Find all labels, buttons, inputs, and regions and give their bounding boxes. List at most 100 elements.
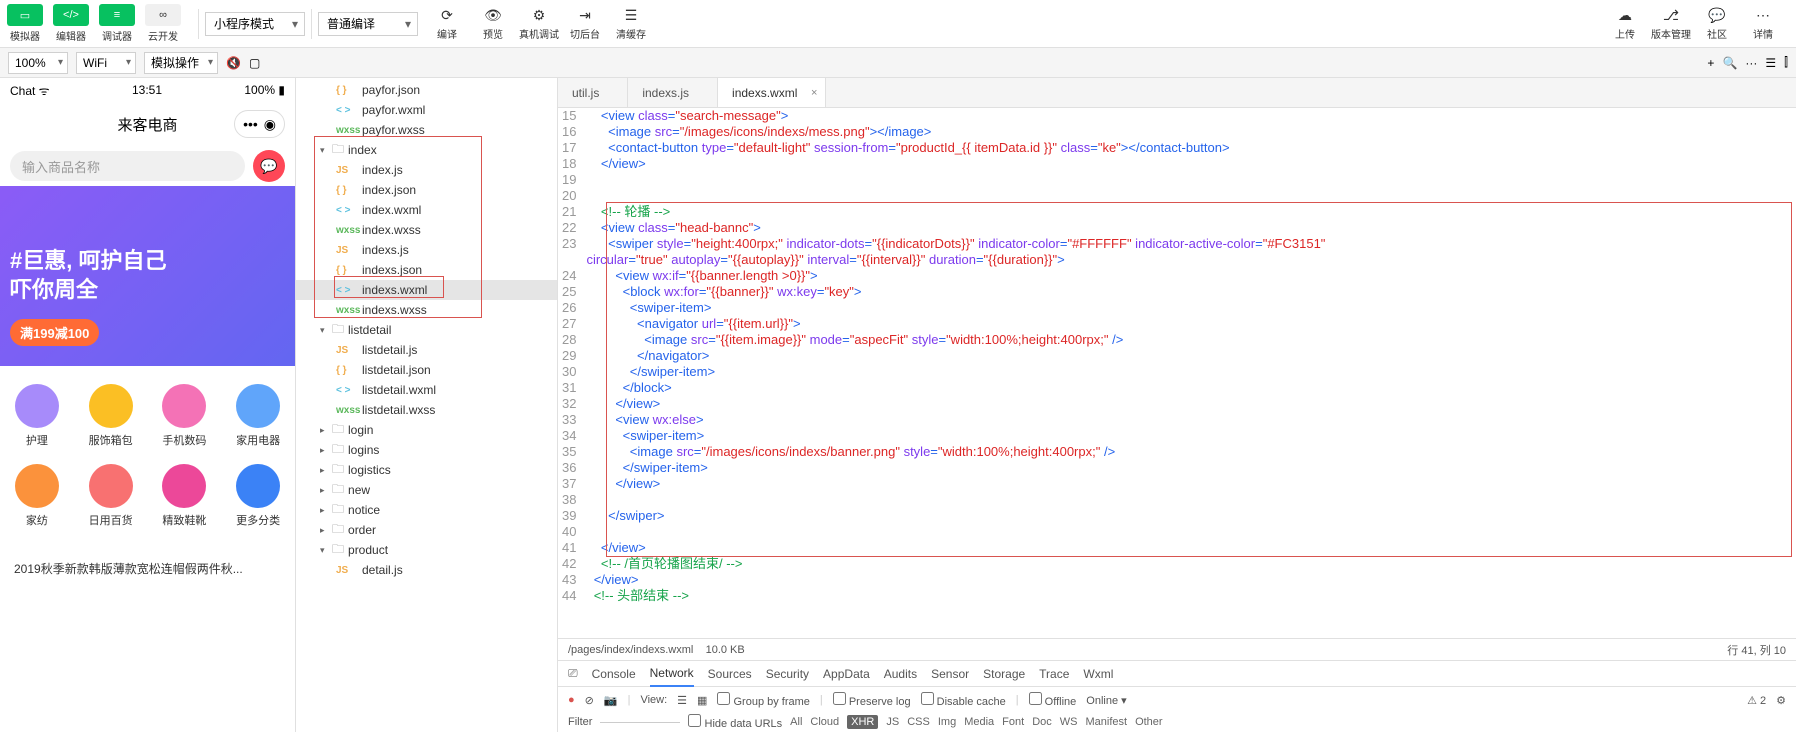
file-row[interactable]: wxsslistdetail.wxss <box>296 400 557 420</box>
mute-icon[interactable]: 🔇 <box>226 56 241 70</box>
file-row[interactable]: < >listdetail.wxml <box>296 380 557 400</box>
close-icon[interactable]: × <box>811 87 817 99</box>
message-button[interactable]: 💬 <box>253 150 285 182</box>
toolbar-button[interactable]: ⟳编译 <box>426 4 468 44</box>
folder-row[interactable]: ▾🗀listdetail <box>296 320 557 340</box>
stop-icon[interactable]: ⊘ <box>585 694 594 707</box>
devtools-tab[interactable]: Audits <box>884 667 917 681</box>
toolbar-button[interactable]: ⎇版本管理 <box>1650 4 1692 44</box>
offline-checkbox[interactable]: Offline <box>1029 692 1077 708</box>
category-item[interactable]: 服饰箱包 <box>74 376 148 456</box>
layout-icon[interactable]: ☰ <box>1765 56 1776 70</box>
folder-row[interactable]: ▸🗀new <box>296 480 557 500</box>
network-filter-chip[interactable]: WS <box>1060 716 1078 728</box>
toolbar-button[interactable]: ☰清缓存 <box>610 4 652 44</box>
file-row[interactable]: < >indexs.wxml <box>296 280 557 300</box>
network-dropdown[interactable]: WiFi <box>76 52 136 74</box>
file-tree[interactable]: { }payfor.json< >payfor.wxmlwxsspayfor.w… <box>296 78 557 732</box>
category-item[interactable]: 家纺 <box>0 456 74 536</box>
network-filter-chip[interactable]: Cloud <box>810 716 839 728</box>
network-filter-chip[interactable]: Doc <box>1032 716 1052 728</box>
online-dropdown[interactable]: Online ▾ <box>1086 694 1126 707</box>
network-filter-chip[interactable]: Font <box>1002 716 1024 728</box>
network-filter-chip[interactable]: Media <box>964 716 994 728</box>
hide-data-urls-checkbox[interactable]: Hide data URLs <box>688 714 782 730</box>
file-row[interactable]: wxssindex.wxss <box>296 220 557 240</box>
folder-row[interactable]: ▸🗀notice <box>296 500 557 520</box>
expand-icon[interactable]: ▢ <box>249 56 260 70</box>
toolbar-button[interactable]: ☁上传 <box>1604 4 1646 44</box>
devtools-tab[interactable]: Wxml <box>1083 667 1113 681</box>
devtools-tab[interactable]: Network <box>650 661 694 687</box>
network-filter-chip[interactable]: Img <box>938 716 956 728</box>
category-item[interactable]: 更多分类 <box>221 456 295 536</box>
editor-tab[interactable]: indexs.wxml× <box>718 78 826 107</box>
search-input[interactable]: 输入商品名称 <box>10 151 245 181</box>
file-row[interactable]: { }listdetail.json <box>296 360 557 380</box>
toolbar-button[interactable]: 👁预览 <box>472 4 514 44</box>
network-filter-chip[interactable]: XHR <box>847 715 878 729</box>
network-filter-chip[interactable]: CSS <box>907 716 930 728</box>
devtools-settings-icon[interactable]: ⚙ <box>1776 694 1786 707</box>
file-row[interactable]: wxssindexs.wxss <box>296 300 557 320</box>
network-filter-chip[interactable]: Manifest <box>1085 716 1127 728</box>
devtools-tab[interactable]: AppData <box>823 667 870 681</box>
zoom-dropdown[interactable]: 100% <box>8 52 68 74</box>
preserve-log-checkbox[interactable]: Preserve log <box>833 692 911 708</box>
view-list-icon[interactable]: ☰ <box>677 694 687 707</box>
code-area[interactable]: 1516171819202122232425262728293031323334… <box>558 108 1796 638</box>
camera-icon[interactable]: 📷 <box>604 694 618 707</box>
category-item[interactable]: 家用电器 <box>221 376 295 456</box>
group-by-frame-checkbox[interactable]: Group by frame <box>717 692 809 708</box>
network-filter-chip[interactable]: JS <box>886 716 899 728</box>
category-item[interactable]: 手机数码 <box>148 376 222 456</box>
split-icon[interactable]: ⫿ <box>1784 55 1788 70</box>
network-filter-chip[interactable]: Other <box>1135 716 1163 728</box>
product-item[interactable]: 2019秋季新款韩版薄款宽松连帽假两件秋... <box>8 554 287 583</box>
folder-row[interactable]: ▾🗀product <box>296 540 557 560</box>
operation-dropdown[interactable]: 模拟操作 <box>144 52 218 74</box>
file-row[interactable]: < >payfor.wxml <box>296 100 557 120</box>
folder-row[interactable]: ▸🗀order <box>296 520 557 540</box>
devtools-tab[interactable]: Console <box>592 667 636 681</box>
add-tab-icon[interactable]: + <box>1707 56 1714 70</box>
editor-tab[interactable]: util.js <box>558 78 628 107</box>
warning-badge[interactable]: ⚠ 2 <box>1747 694 1766 707</box>
category-item[interactable]: 日用百货 <box>74 456 148 536</box>
search-icon[interactable]: 🔍 <box>1722 56 1737 70</box>
view-grid-icon[interactable]: ▦ <box>697 694 707 707</box>
file-row[interactable]: JSindex.js <box>296 160 557 180</box>
toolbar-button[interactable]: ∞云开发 <box>142 4 184 44</box>
file-row[interactable]: { }index.json <box>296 180 557 200</box>
compile-dropdown[interactable]: 普通编译 <box>318 12 418 36</box>
category-item[interactable]: 护理 <box>0 376 74 456</box>
file-row[interactable]: JSdetail.js <box>296 560 557 580</box>
toolbar-button[interactable]: ≡调试器 <box>96 4 138 44</box>
file-row[interactable]: JSlistdetail.js <box>296 340 557 360</box>
folder-row[interactable]: ▸🗀logistics <box>296 460 557 480</box>
toolbar-button[interactable]: ⋯详情 <box>1742 4 1784 44</box>
network-filter-chip[interactable]: All <box>790 716 802 728</box>
devtools-tab[interactable]: Sensor <box>931 667 969 681</box>
more-icon[interactable]: ··· <box>1745 56 1757 70</box>
toolbar-button[interactable]: ⇥切后台 <box>564 4 606 44</box>
banner[interactable]: #巨惠, 呵护自己 吓你周全 满199减100 <box>0 186 295 366</box>
devtools-tab[interactable]: Trace <box>1039 667 1069 681</box>
toolbar-button[interactable]: ▭模拟器 <box>4 4 46 44</box>
record-icon[interactable]: ● <box>568 694 575 706</box>
toolbar-button[interactable]: 💬社区 <box>1696 4 1738 44</box>
folder-row[interactable]: ▸🗀login <box>296 420 557 440</box>
file-row[interactable]: wxsspayfor.wxss <box>296 120 557 140</box>
inspect-icon[interactable]: ⎚ <box>568 666 578 681</box>
mode-dropdown[interactable]: 小程序模式 <box>205 12 305 36</box>
devtools-tab[interactable]: Sources <box>708 667 752 681</box>
disable-cache-checkbox[interactable]: Disable cache <box>921 692 1006 708</box>
toolbar-button[interactable]: </>编辑器 <box>50 4 92 44</box>
category-item[interactable]: 精致鞋靴 <box>148 456 222 536</box>
capsule-menu[interactable]: •••◉ <box>234 110 285 138</box>
toolbar-button[interactable]: ⚙真机调试 <box>518 4 560 44</box>
editor-tab[interactable]: indexs.js <box>628 78 718 107</box>
devtools-tab[interactable]: Security <box>766 667 809 681</box>
file-row[interactable]: { }payfor.json <box>296 80 557 100</box>
folder-row[interactable]: ▾🗀index <box>296 140 557 160</box>
